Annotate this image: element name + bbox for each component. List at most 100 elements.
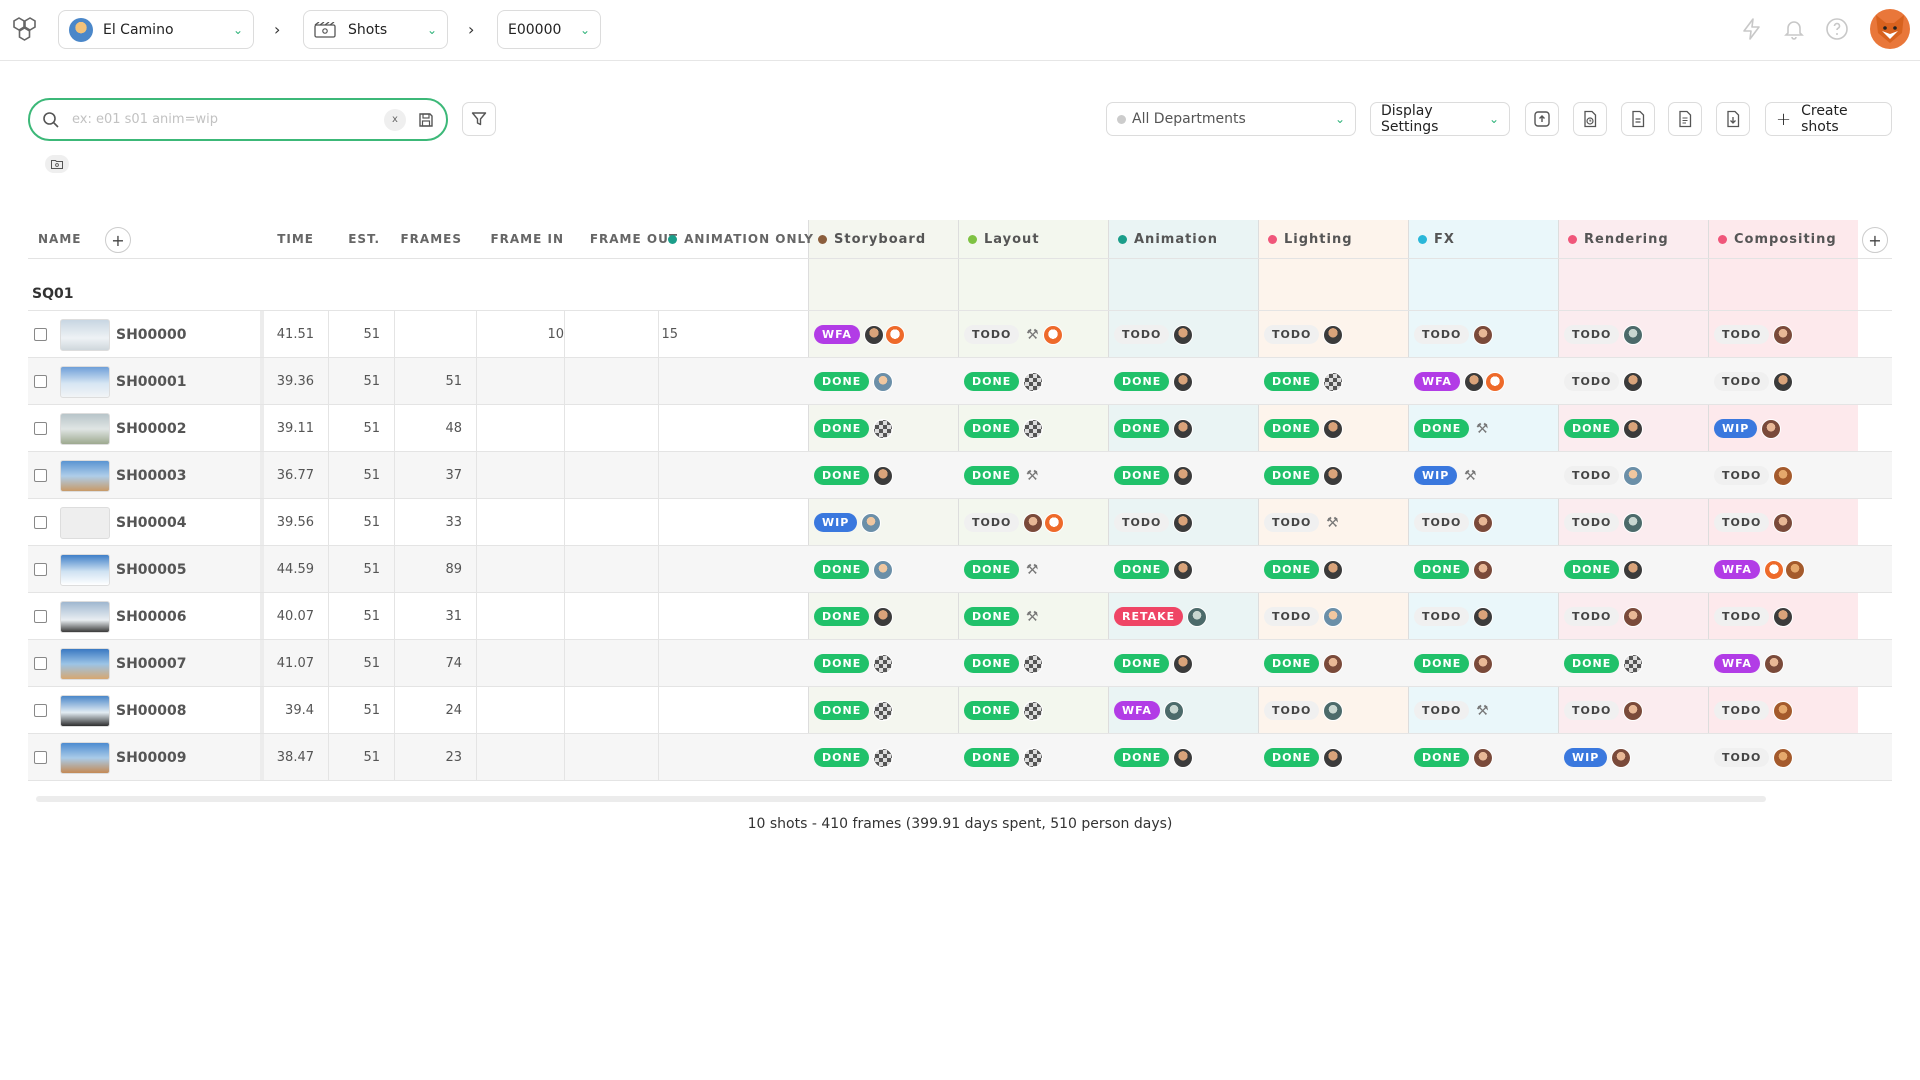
assignee-avatar[interactable] <box>1773 606 1794 627</box>
row-checkbox[interactable] <box>34 375 47 388</box>
cell-frames[interactable]: 74 <box>394 640 472 687</box>
row-checkbox[interactable] <box>34 469 47 482</box>
shot-thumbnail[interactable] <box>60 694 110 727</box>
status-badge[interactable]: TODO <box>1114 513 1170 532</box>
status-badge[interactable]: DONE <box>964 372 1020 391</box>
assignee-avatar[interactable] <box>1044 512 1065 533</box>
status-badge[interactable]: DONE <box>964 466 1020 485</box>
cell-frame-in[interactable] <box>476 734 574 781</box>
task-status-cell[interactable]: TODO <box>1408 593 1558 640</box>
shot-name[interactable]: SH00004 <box>116 515 187 531</box>
status-badge[interactable]: TODO <box>1564 607 1620 626</box>
cell-frames[interactable]: 89 <box>394 546 472 593</box>
task-status-cell[interactable]: DONE <box>958 687 1108 734</box>
assignee-avatar[interactable] <box>1611 747 1632 768</box>
status-badge[interactable]: DONE <box>1264 419 1320 438</box>
task-status-cell[interactable]: TODO <box>1258 593 1408 640</box>
row-checkbox[interactable] <box>34 610 47 623</box>
assignee-avatar[interactable] <box>873 418 894 439</box>
assignee-avatar[interactable] <box>873 371 894 392</box>
cell-frames[interactable]: 31 <box>394 593 472 640</box>
department-filter[interactable]: All Departments ⌄ <box>1106 102 1356 136</box>
shot-name[interactable]: SH00005 <box>116 562 187 578</box>
task-status-cell[interactable]: DONE <box>1558 405 1708 452</box>
cell-animation-only[interactable] <box>658 499 808 546</box>
save-search-icon[interactable] <box>418 112 434 128</box>
cell-animation-only[interactable] <box>658 640 808 687</box>
shot-thumbnail[interactable] <box>60 412 110 445</box>
assignee-avatar[interactable] <box>873 606 894 627</box>
assignee-avatar[interactable] <box>863 324 884 345</box>
row-checkbox[interactable] <box>34 422 47 435</box>
assignee-avatar[interactable] <box>873 747 894 768</box>
task-status-cell[interactable]: TODO <box>1558 593 1708 640</box>
task-status-cell[interactable]: DONE <box>1258 734 1408 781</box>
task-status-cell[interactable]: TODO <box>1708 311 1858 358</box>
status-badge[interactable]: DONE <box>814 372 870 391</box>
status-badge[interactable]: DONE <box>1564 419 1620 438</box>
status-badge[interactable]: DONE <box>964 654 1020 673</box>
cell-time[interactable]: 41.51 <box>264 311 324 358</box>
cell-frame-in[interactable] <box>476 452 574 499</box>
column-header-time[interactable]: TIME <box>260 220 324 258</box>
status-badge[interactable]: DONE <box>1114 372 1170 391</box>
assignee-avatar[interactable] <box>1173 747 1194 768</box>
status-badge[interactable]: TODO <box>1264 513 1320 532</box>
assignee-avatar[interactable] <box>1773 371 1794 392</box>
assignee-avatar[interactable] <box>1323 747 1344 768</box>
assignee-avatar[interactable] <box>1773 324 1794 345</box>
task-status-cell[interactable]: DONE <box>1558 640 1708 687</box>
row-checkbox[interactable] <box>34 328 47 341</box>
cell-frames[interactable] <box>394 311 472 358</box>
help-icon[interactable] <box>1825 17 1849 41</box>
cell-frames[interactable]: 23 <box>394 734 472 781</box>
assignee-avatar[interactable] <box>1623 324 1644 345</box>
status-badge[interactable]: TODO <box>1564 466 1620 485</box>
assignee-avatar[interactable] <box>1784 559 1805 580</box>
cell-est[interactable]: 51 <box>328 734 390 781</box>
assignee-avatar[interactable] <box>1173 465 1194 486</box>
column-header-name[interactable]: NAME <box>38 220 98 258</box>
clear-search-button[interactable]: x <box>384 108 406 131</box>
assignee-avatar[interactable] <box>1043 324 1064 345</box>
task-status-cell[interactable]: WIP <box>1558 734 1708 781</box>
cell-frame-in[interactable] <box>476 546 574 593</box>
status-badge[interactable]: WFA <box>1714 654 1760 673</box>
status-badge[interactable]: TODO <box>964 513 1020 532</box>
task-status-cell[interactable]: DONE <box>808 452 958 499</box>
task-status-cell[interactable]: DONE <box>958 358 1108 405</box>
assignee-avatar[interactable] <box>861 512 882 533</box>
assignee-avatar[interactable] <box>1623 371 1644 392</box>
assignee-avatar[interactable] <box>1623 418 1644 439</box>
cell-animation-only[interactable] <box>658 734 808 781</box>
task-status-cell[interactable]: DONE <box>1108 405 1258 452</box>
task-status-cell[interactable]: DONE <box>1558 546 1708 593</box>
task-status-cell[interactable]: TODO <box>1708 593 1858 640</box>
shot-thumbnail[interactable] <box>60 318 110 351</box>
assignee-avatar[interactable] <box>1023 747 1044 768</box>
shot-name[interactable]: SH00001 <box>116 374 187 390</box>
cell-est[interactable]: 51 <box>328 499 390 546</box>
task-status-cell[interactable]: DONE ⚒ <box>958 593 1108 640</box>
task-header-animation[interactable]: Animation <box>1108 220 1258 258</box>
assignee-avatar[interactable] <box>1323 371 1344 392</box>
task-status-cell[interactable]: DONE <box>1258 358 1408 405</box>
task-status-cell[interactable]: DONE <box>1258 546 1408 593</box>
assignee-avatar[interactable] <box>1323 653 1344 674</box>
task-status-cell[interactable]: TODO <box>1258 687 1408 734</box>
row-checkbox[interactable] <box>34 563 47 576</box>
task-status-cell[interactable]: WIP <box>1708 405 1858 452</box>
assignee-avatar[interactable] <box>1023 512 1044 533</box>
assignee-avatar[interactable] <box>1473 324 1494 345</box>
status-badge[interactable]: TODO <box>1264 325 1320 344</box>
status-badge[interactable]: DONE <box>1564 654 1620 673</box>
cell-est[interactable]: 51 <box>328 452 390 499</box>
status-badge[interactable]: TODO <box>1714 325 1770 344</box>
task-status-cell[interactable]: WFA <box>1708 546 1858 593</box>
status-badge[interactable]: TODO <box>1714 372 1770 391</box>
assignee-avatar[interactable] <box>1773 700 1794 721</box>
cell-time[interactable]: 38.47 <box>264 734 324 781</box>
task-status-cell[interactable]: TODO <box>958 499 1108 546</box>
status-badge[interactable]: WFA <box>1114 701 1160 720</box>
cell-frame-in[interactable] <box>476 687 574 734</box>
